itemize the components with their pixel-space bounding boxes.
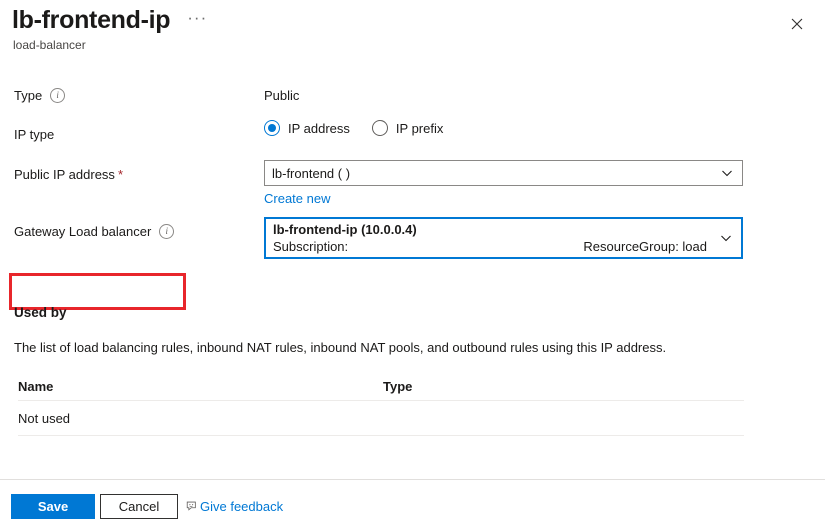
create-new-link[interactable]: Create new [264, 191, 330, 206]
gateway-lb-name: lb-frontend-ip (10.0.0.4) [273, 222, 417, 237]
info-icon[interactable]: i [50, 88, 66, 103]
page-subtitle: load-balancer [13, 38, 86, 52]
close-icon[interactable] [783, 10, 811, 38]
radio-ip-address[interactable]: IP address [264, 120, 350, 136]
label-public-ip-address: Public IP address * [14, 167, 123, 182]
label-type-text: Type [14, 88, 43, 103]
cancel-button[interactable]: Cancel [100, 493, 178, 519]
give-feedback-label: Give feedback [200, 498, 284, 514]
used-by-table: Name Type Not used [18, 372, 744, 436]
used-by-description: The list of load balancing rules, inboun… [14, 340, 667, 355]
chevron-down-icon [720, 232, 732, 244]
footer-action-bar: Save Cancel Give feedback [0, 480, 825, 532]
cell-name: Not used [18, 410, 71, 426]
used-by-heading: Used by [14, 305, 67, 320]
public-ip-address-dropdown[interactable]: lb-frontend ( ) [264, 160, 743, 186]
title-row: lb-frontend-ip ··· [12, 5, 210, 35]
page-title: lb-frontend-ip [12, 6, 171, 34]
chevron-down-icon [721, 167, 733, 179]
table-row: Not used [18, 401, 744, 436]
column-header-name: Name [18, 378, 54, 394]
radio-ip-prefix-circle [371, 120, 388, 136]
save-button[interactable]: Save [11, 493, 95, 519]
gateway-load-balancer-dropdown[interactable]: lb-frontend-ip (10.0.0.4) Subscription: … [264, 217, 743, 259]
value-type: Public [264, 88, 300, 103]
label-ip-type: IP type [14, 127, 54, 142]
radio-ip-prefix[interactable]: IP prefix [371, 120, 444, 136]
label-public-ip-address-text: Public IP address [14, 167, 115, 182]
table-header-row: Name Type [18, 372, 744, 401]
radio-ip-prefix-label: IP prefix [395, 120, 444, 136]
gateway-lb-resource-group: ResourceGroup: load [583, 239, 707, 254]
public-ip-address-value: lb-frontend ( ) [272, 165, 351, 181]
label-ip-type-text: IP type [14, 127, 55, 142]
blade-header: lb-frontend-ip ··· load-balancer [0, 0, 825, 62]
info-icon[interactable]: i [159, 224, 175, 239]
public-ip-address-field: lb-frontend ( ) Create new [264, 160, 743, 208]
radio-ip-address-label: IP address [288, 120, 350, 136]
gateway-lb-subscription: Subscription: [273, 239, 349, 254]
radio-ip-address-circle [264, 120, 280, 136]
ip-type-radio-group: IP address IP prefix [264, 120, 465, 136]
more-options-icon[interactable]: ··· [184, 8, 210, 33]
required-indicator: * [117, 167, 123, 182]
label-gateway-load-balancer: Gateway Load balancer i [14, 224, 175, 239]
give-feedback-link[interactable]: Give feedback [186, 499, 283, 514]
column-header-type: Type [383, 378, 413, 394]
label-gateway-load-balancer-text: Gateway Load balancer [14, 224, 152, 239]
gateway-load-balancer-field: lb-frontend-ip (10.0.0.4) Subscription: … [264, 217, 743, 259]
label-type: Type i [14, 88, 66, 103]
feedback-icon [186, 500, 199, 513]
